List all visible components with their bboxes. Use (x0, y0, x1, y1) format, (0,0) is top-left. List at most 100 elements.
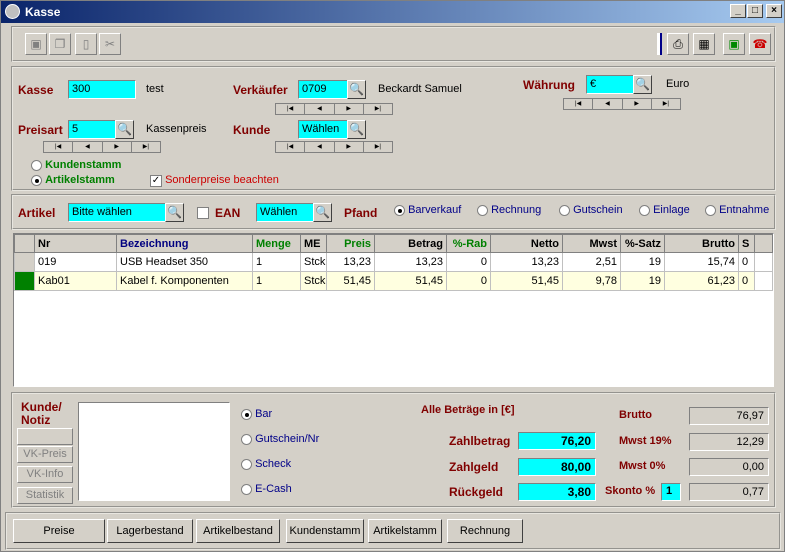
artikelstamm-button[interactable]: Artikelstamm (368, 519, 442, 543)
rechnung-button[interactable]: Rechnung (447, 519, 523, 543)
pfand-input[interactable]: Wählen (256, 203, 314, 222)
zahlgeld-field[interactable]: 80,00 (518, 458, 596, 476)
cell-brutto[interactable]: 61,23 (664, 271, 739, 291)
kunde-search-icon[interactable]: 🔍 (347, 120, 366, 139)
col-header-betrag[interactable]: Betrag (374, 234, 447, 253)
cell-menge[interactable]: 1 (252, 252, 301, 272)
notiz-textarea[interactable] (78, 402, 230, 501)
cell-betrag[interactable]: 51,45 (374, 271, 447, 291)
cell-mwst[interactable]: 2,51 (562, 252, 621, 272)
artikelbestand-button[interactable]: Artikelbestand (196, 519, 280, 543)
verkaeufer-navigator[interactable]: |◀ ◀ ▶ ▶| (275, 103, 393, 115)
document-icon[interactable]: ▦ (693, 33, 715, 55)
zahlbetrag-field[interactable]: 76,20 (518, 432, 596, 450)
mode-einlage-radio[interactable]: Einlage (639, 204, 690, 216)
cell-satz[interactable]: 19 (620, 252, 665, 272)
copy-icon[interactable]: ❐ (49, 33, 71, 55)
preisart-input[interactable]: 5 (68, 120, 116, 139)
artikel-input[interactable]: Bitte wählen (68, 203, 166, 222)
artikelstamm-radio[interactable]: Artikelstamm (31, 174, 115, 186)
waehrung-search-icon[interactable]: 🔍 (633, 75, 652, 94)
vk-preis-button[interactable]: VK-Preis (17, 446, 73, 463)
phone-icon[interactable]: ☎ (749, 33, 771, 55)
pay-scheck-radio[interactable]: Scheck (241, 458, 291, 470)
cell-netto[interactable]: 13,23 (490, 252, 563, 272)
col-header-s[interactable]: S (738, 234, 755, 253)
col-header-bezeichnung[interactable]: Bezeichnung (116, 234, 253, 253)
cell-nr[interactable]: Kab01 (34, 271, 117, 291)
close-button[interactable]: × (766, 4, 782, 18)
table-row[interactable]: 019 USB Headset 350 1 Stck 13,23 13,23 0… (14, 252, 773, 272)
cell-s[interactable]: 0 (738, 271, 755, 291)
preise-button[interactable]: Preise (13, 519, 105, 543)
kundenstamm-radio[interactable]: Kundenstamm (31, 159, 121, 171)
waehrung-input[interactable]: € (586, 75, 634, 94)
pfand-search-icon[interactable]: 🔍 (313, 203, 332, 222)
verkaeufer-search-icon[interactable]: 🔍 (347, 80, 366, 99)
pay-ecash-radio[interactable]: E-Cash (241, 483, 292, 495)
col-header-nr[interactable]: Nr (34, 234, 117, 253)
cell-mwst[interactable]: 9,78 (562, 271, 621, 291)
col-header-satz[interactable]: %-Satz (620, 234, 665, 253)
waehrung-name: Euro (666, 78, 690, 90)
cell-nr[interactable]: 019 (34, 252, 117, 272)
cell-rab[interactable]: 0 (446, 271, 491, 291)
col-header-me[interactable]: ME (300, 234, 327, 253)
cell-me[interactable]: Stck (300, 252, 327, 272)
cell-s[interactable]: 0 (738, 252, 755, 272)
cell-bezeichnung[interactable]: Kabel f. Komponenten (116, 271, 253, 291)
maximize-button[interactable]: □ (747, 4, 763, 18)
save-icon[interactable]: ▣ (25, 33, 47, 55)
rueckgeld-field[interactable]: 3,80 (518, 483, 596, 501)
preisart-search-icon[interactable]: 🔍 (115, 120, 134, 139)
kasse-input[interactable]: 300 (68, 80, 136, 99)
statistik-button[interactable]: Statistik (17, 487, 73, 504)
vk-info-button[interactable]: VK-Info (17, 466, 73, 483)
cell-preis[interactable]: 51,45 (326, 271, 375, 291)
cell-menge[interactable]: 1 (252, 271, 301, 291)
pay-bar-radio[interactable]: Bar (241, 408, 272, 420)
cell-me[interactable]: Stck (300, 271, 327, 291)
col-header-rab[interactable]: %-Rab (446, 234, 491, 253)
kunde-input[interactable]: Wählen (298, 120, 348, 139)
print-icon[interactable]: ⎙ (667, 33, 689, 55)
cell-betrag[interactable]: 13,23 (374, 252, 447, 272)
cell-netto[interactable]: 51,45 (490, 271, 563, 291)
verkaeufer-input[interactable]: 0709 (298, 80, 348, 99)
new-document-icon[interactable]: ▯ (75, 33, 97, 55)
mode-barverkauf-radio[interactable]: Barverkauf (394, 204, 461, 216)
exit-icon[interactable]: ▣ (723, 33, 745, 55)
cell-satz[interactable]: 19 (620, 271, 665, 291)
mode-gutschein-radio[interactable]: Gutschein (559, 204, 623, 216)
pay-gutschein-radio[interactable]: Gutschein/Nr (241, 433, 319, 445)
cell-bezeichnung[interactable]: USB Headset 350 (116, 252, 253, 272)
col-header-brutto[interactable]: Brutto (664, 234, 739, 253)
table-row[interactable]: Kab01 Kabel f. Komponenten 1 Stck 51,45 … (14, 271, 773, 291)
lagerbestand-button[interactable]: Lagerbestand (107, 519, 193, 543)
kundenstamm-button[interactable]: Kundenstamm (286, 519, 364, 543)
kunde-navigator[interactable]: |◀ ◀ ▶ ▶| (275, 141, 393, 153)
col-header-menge[interactable]: Menge (252, 234, 301, 253)
mode-rechnung-radio[interactable]: Rechnung (477, 204, 541, 216)
col-header-netto[interactable]: Netto (490, 234, 563, 253)
cell-preis[interactable]: 13,23 (326, 252, 375, 272)
all-amounts-label: Alle Beträge in [€] (421, 404, 515, 416)
cell-rab[interactable]: 0 (446, 252, 491, 272)
row-indicator[interactable] (14, 252, 35, 272)
payment-group: Kunde/ Notiz VK-Preis VK-Info Statistik … (11, 392, 776, 508)
cell-brutto[interactable]: 15,74 (664, 252, 739, 272)
mode-entnahme-radio[interactable]: Entnahme (705, 204, 769, 216)
waehrung-navigator[interactable]: |◀ ◀ ▶ ▶| (563, 98, 681, 110)
minimize-button[interactable]: _ (730, 4, 746, 18)
notiz-button[interactable] (17, 428, 73, 445)
cut-icon[interactable]: ✂ (99, 33, 121, 55)
preisart-navigator[interactable]: |◀ ◀ ▶ ▶| (43, 141, 161, 153)
skonto-input[interactable]: 1 (661, 483, 681, 501)
col-header-mwst[interactable]: Mwst (562, 234, 621, 253)
sonderpreise-checkbox[interactable]: ✓ Sonderpreise beachten (150, 174, 279, 187)
title-bar[interactable]: Kasse _ □ × (1, 1, 784, 23)
col-header-preis[interactable]: Preis (326, 234, 375, 253)
row-indicator-selected[interactable] (14, 271, 35, 291)
artikel-search-icon[interactable]: 🔍 (165, 203, 184, 222)
ean-checkbox[interactable] (197, 207, 209, 219)
